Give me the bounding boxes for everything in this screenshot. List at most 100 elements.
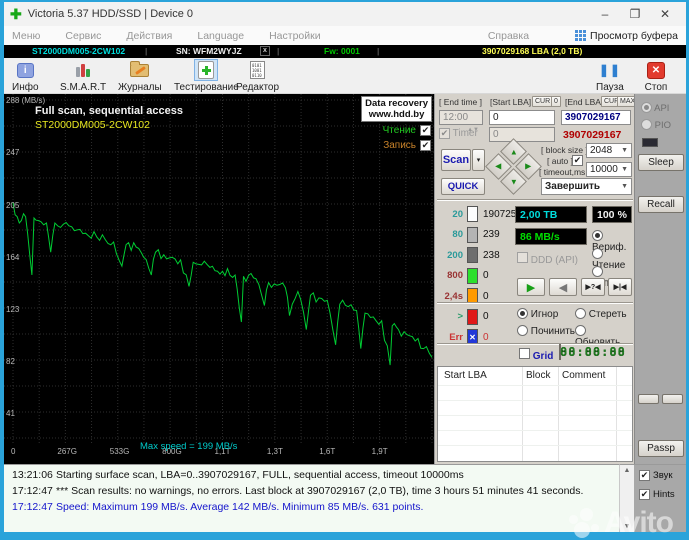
start-lba-zero-button[interactable]: 0 — [551, 96, 561, 107]
counter-block-icon — [467, 206, 478, 222]
buffer-grid-icon — [575, 30, 587, 41]
menu-settings[interactable]: Настройки — [269, 30, 321, 42]
play-button[interactable]: ▶ — [517, 278, 545, 296]
sound-option[interactable]: Звук — [639, 470, 672, 481]
hints-option[interactable]: Hints — [639, 489, 675, 500]
scan-dropdown-button[interactable]: ▾ — [472, 149, 485, 171]
smart-icon — [74, 62, 92, 78]
counter-row-80: 80 239 — [437, 226, 500, 243]
timeout-select[interactable]: 10000 ▼ — [586, 162, 632, 177]
quick-button[interactable]: QUICK — [441, 178, 485, 195]
hdd-by-banner: Data recovery www.hdd.by — [361, 96, 432, 122]
pio-radio[interactable]: PIO — [641, 119, 671, 131]
timer-input[interactable]: 0 — [489, 127, 555, 142]
recall-button[interactable]: Recall — [638, 196, 684, 213]
graph-legend: Чтение Запись — [383, 125, 431, 155]
counter-row->: >0 — [437, 308, 489, 325]
menu-actions[interactable]: Действия — [126, 30, 172, 42]
grid-option[interactable]: Grid — [519, 348, 553, 362]
logs-button[interactable]: Журналы — [118, 59, 162, 93]
log-entry: 13:21:06 Starting surface scan, LBA=0..39… — [12, 469, 464, 481]
activity-indicator — [642, 138, 658, 147]
speed-curve — [4, 94, 434, 444]
sleep-button[interactable]: Sleep — [638, 154, 684, 171]
maximize-button[interactable]: ❐ — [620, 7, 650, 21]
menu-language[interactable]: Language — [197, 30, 244, 42]
info-button[interactable]: i Инфо — [12, 59, 39, 93]
device-capacity: 3907029168 LBA (2,0 TB) — [482, 46, 583, 56]
start-lba-input[interactable]: 0 — [489, 110, 555, 125]
menu-main[interactable]: Меню — [12, 30, 40, 42]
test-button[interactable]: Тестирование — [174, 59, 239, 93]
api-radio[interactable]: API — [641, 102, 669, 114]
folder-icon — [130, 60, 150, 77]
toolbar: i Инфо S.M.A.R.T Журналы Тестирование 01… — [4, 58, 686, 94]
stop-button[interactable]: ✕ Стоп — [644, 59, 668, 93]
finish-action-select[interactable]: Завершить ▼ — [541, 178, 632, 195]
pause-button[interactable]: ❚❚ Пауза — [596, 59, 624, 93]
action-ignore-radio[interactable]: Игнор — [517, 308, 558, 320]
mini-button-2[interactable] — [662, 394, 683, 404]
elapsed-timer-display: 88:88:88 00:00:00 — [559, 344, 626, 360]
log-scrollbar[interactable]: ▲ ▼ — [619, 464, 634, 532]
window-title: Victoria 5.37 HDD/SSD | Device 0 — [27, 8, 194, 20]
timer-option[interactable]: Timer — [439, 128, 478, 139]
block-size-select[interactable]: 2048 ▼ — [586, 143, 632, 158]
scroll-down-icon[interactable]: ▼ — [620, 523, 634, 530]
menu-service[interactable]: Сервис — [65, 30, 101, 42]
x-tick: 533G — [109, 447, 130, 456]
capacity-display: 2,00 TB — [515, 206, 587, 223]
legend-read-label: Чтение — [382, 125, 416, 136]
passport-button[interactable]: Passp — [638, 440, 684, 457]
max-speed-annotation: Max speed = 199 MB/s — [140, 441, 238, 452]
scroll-up-icon[interactable]: ▲ — [620, 467, 634, 474]
step-seek-button[interactable]: ▶?◀ — [581, 278, 605, 296]
col-block: Block — [526, 370, 551, 381]
minimize-button[interactable]: – — [590, 7, 620, 21]
y-tick: 41 — [6, 409, 15, 419]
step-end-button[interactable]: ▶|◀ — [608, 278, 632, 296]
end-lba-label: [End LBA] — [565, 97, 604, 107]
start-lba-label: [Start LBA] — [490, 97, 532, 107]
mini-button-1[interactable] — [638, 394, 659, 404]
seek-pad: ▲ ◀ ▶ ▼ — [485, 138, 542, 195]
counter-block-icon — [467, 267, 478, 284]
buffer-view-button[interactable]: Просмотр буфера — [575, 30, 678, 42]
col-start-lba: Start LBA — [444, 370, 487, 381]
y-tick: 288 (MB/s) — [6, 96, 46, 105]
smart-button[interactable]: S.M.A.R.T — [60, 59, 106, 93]
reverse-button[interactable]: ◀ — [549, 278, 577, 296]
write-checkbox[interactable] — [420, 140, 431, 151]
hex-editor-icon: 0101 1001 0110 — [250, 61, 266, 79]
counter-block-icon — [467, 226, 478, 243]
x-tick: 1,6T — [319, 447, 336, 456]
end-lba-input[interactable]: 3907029167 — [561, 110, 631, 125]
timeout-label: [ timeout,ms ] — [539, 167, 591, 177]
menu-help[interactable]: Справка — [488, 30, 529, 42]
auto-checkbox[interactable] — [572, 155, 583, 166]
action-erase-radio[interactable]: Стереть — [575, 308, 627, 320]
sound-checkbox — [639, 470, 650, 481]
log-options-panel: Звук Hints — [634, 464, 686, 532]
editor-button[interactable]: 0101 1001 0110 Редактор — [236, 59, 279, 93]
read-checkbox[interactable] — [420, 125, 431, 136]
graph-subtitle: ST2000DM005-2CW102 — [35, 119, 150, 131]
y-tick: 82 — [6, 357, 15, 367]
device-serial: SN: WFM2WYJZ — [176, 46, 242, 56]
scan-button[interactable]: Scan — [441, 149, 471, 171]
end-lba-readout: 3907029167 — [563, 129, 622, 141]
defect-table[interactable]: Start LBA Block Comment — [437, 366, 633, 462]
x-tick: 267G — [57, 447, 77, 456]
speed-display: 86 MB/s — [515, 228, 587, 245]
legend-write-label: Запись — [383, 140, 416, 151]
close-button[interactable]: ✕ — [650, 7, 680, 21]
log-entry: 17:12:47 *** Scan results: no warnings, n… — [12, 485, 584, 497]
ddd-api-option[interactable]: DDD (API) — [517, 252, 578, 266]
action-repair-radio[interactable]: Починить — [517, 325, 575, 337]
device-firmware: Fw: 0001 — [324, 46, 360, 56]
app-icon: ✚ — [10, 5, 22, 22]
end-time-input[interactable]: 12:00 ▲▼ — [439, 110, 483, 133]
device-x-button[interactable]: x — [260, 46, 270, 56]
start-lba-cur-button[interactable]: CUR — [532, 96, 554, 107]
stop-icon: ✕ — [647, 61, 665, 79]
